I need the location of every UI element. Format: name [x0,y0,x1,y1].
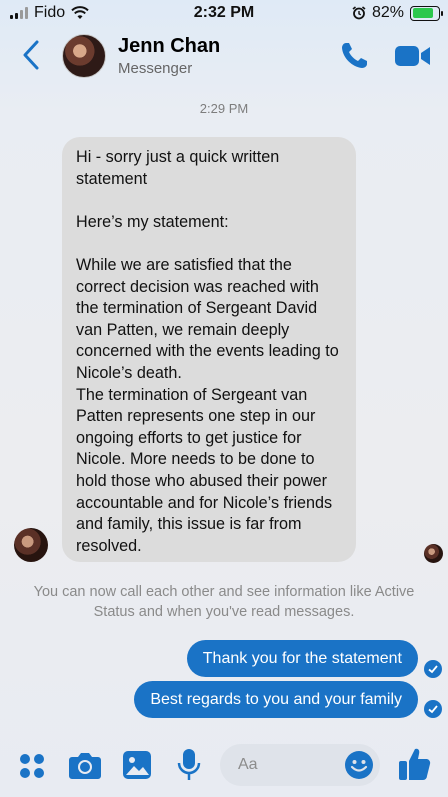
contact-avatar[interactable] [62,34,106,78]
apps-menu-icon[interactable] [18,752,46,780]
outgoing-message-bubble[interactable]: Thank you for the statement [186,640,418,677]
delivered-check-icon [424,660,442,678]
incoming-message-bubble[interactable]: Hi - sorry just a quick written statemen… [62,137,356,562]
battery-fill [412,8,433,18]
conversation-header: Jenn Chan Messenger [0,28,448,88]
camera-icon[interactable] [68,750,102,780]
battery-icon [410,5,443,21]
back-chevron-icon[interactable] [20,38,44,72]
message-timestamp: 2:29 PM [199,101,249,116]
outgoing-message-bubble[interactable]: Best regards to you and your family [134,681,418,718]
alarm-icon [352,6,366,20]
photo-gallery-icon[interactable] [122,750,152,780]
battery-percent: 82% [371,4,404,21]
emoji-icon[interactable] [344,750,374,780]
phone-call-icon[interactable] [338,40,370,72]
microphone-icon[interactable] [176,748,202,782]
message-input-placeholder: Aa [238,756,258,773]
contact-name[interactable]: Jenn Chan [118,35,220,58]
seen-avatar [424,544,443,563]
composer-bar: Aa [0,740,448,797]
active-status-info: You can now call each other and see info… [33,584,415,620]
status-right: 82% [352,4,443,22]
status-bar: Fido 2:32 PM 82% [0,0,448,28]
message-input[interactable]: Aa [220,744,380,786]
delivered-check-icon [424,700,442,718]
contact-subtitle: Messenger [118,60,193,77]
video-call-icon[interactable] [394,42,432,70]
thumbs-up-icon[interactable] [398,746,432,782]
sender-avatar[interactable] [14,528,48,562]
